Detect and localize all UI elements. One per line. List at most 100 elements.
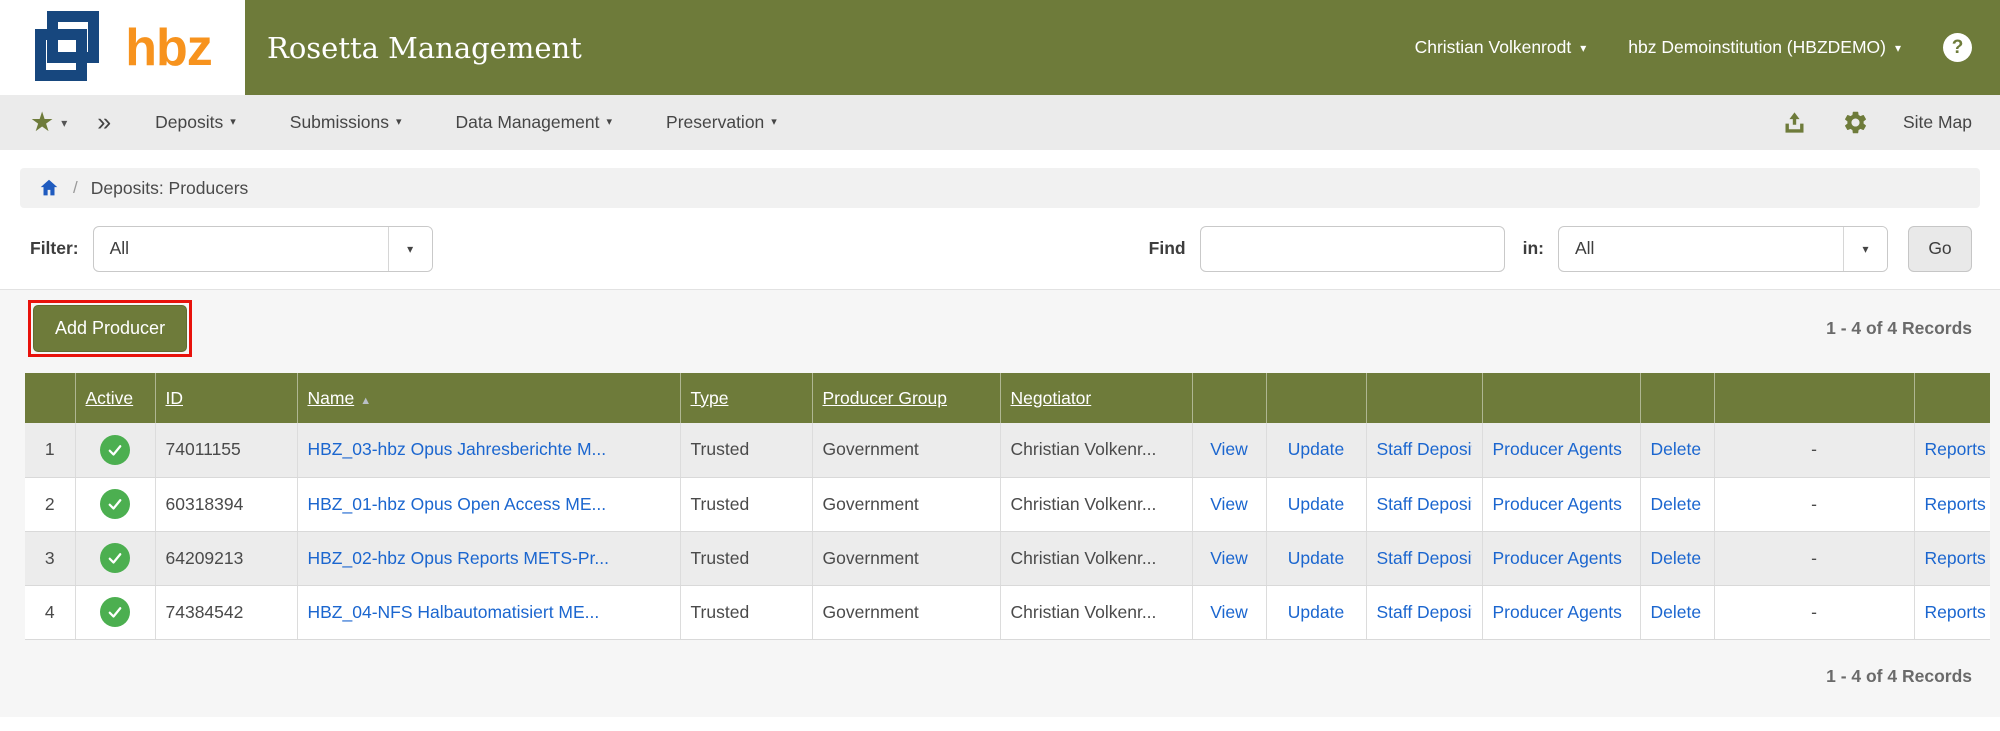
view-link[interactable]: View [1210,439,1248,459]
update-cell: Update [1266,477,1366,531]
dash-cell: - [1714,585,1914,639]
app-title: Rosetta Management [245,0,582,95]
dash-cell: - [1714,531,1914,585]
chevron-down-icon: ▾ [1580,42,1586,54]
row-number: 3 [25,531,75,585]
expand-menu-icon[interactable]: » [97,108,111,137]
active-cell [75,423,155,477]
view-link[interactable]: View [1210,494,1248,514]
nav-item-deposits[interactable]: Deposits ▾ [155,112,236,133]
producer-group-cell: Government [812,531,1000,585]
chevron-down-icon: ▾ [607,117,613,128]
producer-name-link[interactable]: HBZ_01-hbz Opus Open Access ME... [308,494,607,514]
in-dropdown[interactable]: All ▾ [1558,226,1888,272]
view-link[interactable]: View [1210,548,1248,568]
breadcrumb-page-title: Deposits: Producers [91,178,249,199]
nav-item-preservation[interactable]: Preservation ▾ [666,112,777,133]
producer-group-cell: Government [812,423,1000,477]
chevron-down-icon[interactable]: ▾ [1843,227,1887,271]
producer-agents-link[interactable]: Producer Agents [1493,494,1630,515]
producer-name-link[interactable]: HBZ_02-hbz Opus Reports METS-Pr... [308,548,610,568]
delete-link[interactable]: Delete [1651,602,1702,622]
nav-item-label: Data Management [456,112,600,133]
active-cell [75,585,155,639]
negotiator-cell: Christian Volkenr... [1000,477,1192,531]
find-input[interactable] [1200,226,1505,272]
update-link[interactable]: Update [1288,602,1344,622]
footer-records-row: 1 - 4 of 4 Records [0,640,2000,687]
red-highlight-annotation: Add Producer [28,300,192,357]
column-header-id[interactable]: ID [155,373,297,423]
home-icon[interactable] [38,177,60,199]
producer-name-link[interactable]: HBZ_03-hbz Opus Jahresberichte M... [308,439,607,459]
favorites-star-icon[interactable]: ★ [30,109,54,136]
producer-agents-link[interactable]: Producer Agents [1493,439,1630,460]
producer-agents-link[interactable]: Producer Agents [1493,602,1630,623]
update-link[interactable]: Update [1288,548,1344,568]
column-header-type[interactable]: Type [680,373,812,423]
staff-deposits-link[interactable]: Staff Deposits [1377,494,1472,515]
filter-dropdown[interactable]: All ▾ [93,226,433,272]
delete-cell: Delete [1640,423,1714,477]
delete-link[interactable]: Delete [1651,548,1702,568]
producer-agents-cell: Producer Agents [1482,531,1640,585]
nav-item-submissions[interactable]: Submissions ▾ [290,112,402,133]
nav-item-data-management[interactable]: Data Management ▾ [456,112,613,133]
reports-link[interactable]: Reports [1925,494,1986,514]
producer-agents-link[interactable]: Producer Agents [1493,548,1630,569]
update-link[interactable]: Update [1288,494,1344,514]
producer-name-link[interactable]: HBZ_04-NFS Halbautomatisiert ME... [308,602,600,622]
update-link[interactable]: Update [1288,439,1344,459]
row-number: 4 [25,585,75,639]
id-cell: 60318394 [155,477,297,531]
breadcrumb-wrap: / Deposits: Producers [0,150,2000,208]
column-header-negotiator[interactable]: Negotiator [1000,373,1192,423]
hbz-logo[interactable]: hbz [0,0,245,95]
bottom-strip [0,717,2000,731]
staff-deposits-cell: Staff Deposits [1366,477,1482,531]
delete-cell: Delete [1640,585,1714,639]
column-header-producer-group[interactable]: Producer Group [812,373,1000,423]
column-header-active[interactable]: Active [75,373,155,423]
staff-deposits-cell: Staff Deposits [1366,585,1482,639]
help-icon[interactable]: ? [1943,33,1972,62]
staff-deposits-link[interactable]: Staff Deposits [1377,602,1472,623]
reports-link[interactable]: Reports [1925,548,1986,568]
active-cell [75,531,155,585]
table-row: 2 60318394 HBZ_01-hbz Opus Open Access M… [25,477,1990,531]
chevron-down-icon: ▾ [230,117,236,128]
type-cell: Trusted [680,477,812,531]
id-cell: 74011155 [155,423,297,477]
hbz-logo-icon [33,9,111,87]
chevron-down-icon[interactable]: ▾ [388,227,432,271]
delete-link[interactable]: Delete [1651,494,1702,514]
update-cell: Update [1266,423,1366,477]
site-map-link[interactable]: Site Map [1903,112,1972,133]
delete-cell: Delete [1640,477,1714,531]
breadcrumb: / Deposits: Producers [20,168,1980,208]
chevron-down-icon: ▾ [1895,42,1901,54]
add-producer-button[interactable]: Add Producer [33,305,187,352]
producers-table: Active ID Name▲ Type Producer Group Nego… [25,373,1990,640]
active-check-icon [100,543,130,573]
reports-link[interactable]: Reports [1925,439,1986,459]
staff-deposits-link[interactable]: Staff Deposits [1377,439,1472,460]
staff-deposits-cell: Staff Deposits [1366,423,1482,477]
dash-cell: - [1714,423,1914,477]
go-button[interactable]: Go [1908,226,1972,272]
delete-link[interactable]: Delete [1651,439,1702,459]
institution-menu[interactable]: hbz Demoinstitution (HBZDEMO) ▾ [1628,37,1901,58]
table-row: 4 74384542 HBZ_04-NFS Halbautomatisiert … [25,585,1990,639]
view-link[interactable]: View [1210,602,1248,622]
upload-icon[interactable] [1781,109,1808,136]
name-cell: HBZ_03-hbz Opus Jahresberichte M... [297,423,680,477]
filter-label: Filter: [30,238,79,259]
gear-icon[interactable] [1842,109,1869,136]
user-menu[interactable]: Christian Volkenrodt ▾ [1415,37,1587,58]
staff-deposits-link[interactable]: Staff Deposits [1377,548,1472,569]
column-header-name[interactable]: Name▲ [297,373,680,423]
favorites-chevron-down-icon[interactable]: ▾ [61,116,67,130]
column-header-reports [1914,373,1990,423]
reports-link[interactable]: Reports [1925,602,1986,622]
row-number: 2 [25,477,75,531]
